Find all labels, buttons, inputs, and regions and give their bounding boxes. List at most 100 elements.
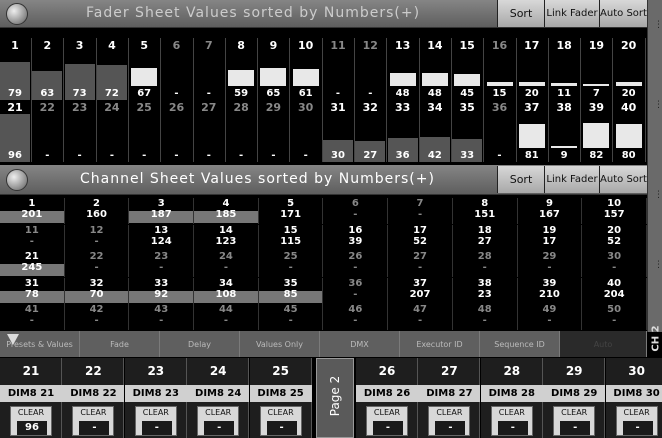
channel-cell[interactable]: 20 52 <box>582 224 647 251</box>
fader-cell[interactable]: 9 65 <box>258 38 291 100</box>
fader-cell[interactable]: 36 - <box>485 100 517 162</box>
channel-cell[interactable]: 16 39 <box>324 224 389 251</box>
fader-auto-sort-button[interactable]: Auto Sort <box>599 0 647 27</box>
channel-cell[interactable]: 46- <box>324 304 389 331</box>
fader-cell[interactable]: 15 45 <box>452 38 485 100</box>
channel-cell[interactable]: 10 157 <box>582 198 647 224</box>
channel-cell[interactable]: 42- <box>65 304 130 331</box>
channel-cell[interactable]: 34 108 <box>194 277 259 304</box>
executor[interactable]: 26 DIM8 26 CLEAR - <box>356 358 418 438</box>
clear-button[interactable]: CLEAR - <box>72 406 115 436</box>
channel-cell[interactable]: 30- <box>582 251 647 278</box>
fader-cell[interactable]: 4 72 <box>96 38 129 100</box>
channel-cell[interactable]: 9 167 <box>518 198 583 224</box>
channel-cell[interactable]: 24- <box>194 251 259 278</box>
channel-cell[interactable]: 47- <box>388 304 453 331</box>
clear-button[interactable]: CLEAR - <box>366 406 408 436</box>
fader-cell[interactable]: 7- <box>194 38 226 100</box>
channel-cell[interactable]: 49- <box>518 304 583 331</box>
channel-cell[interactable]: 48- <box>453 304 518 331</box>
executor[interactable]: 24 DIM8 24 CLEAR - <box>187 358 250 438</box>
channel-cell[interactable]: 19 17 <box>518 224 583 251</box>
fader-cell[interactable]: 8 59 <box>226 38 259 100</box>
channel-cell[interactable]: 37 207 <box>388 277 453 304</box>
channel-cell[interactable]: 22- <box>65 251 130 278</box>
fader-cell[interactable]: 39 82 <box>581 100 614 162</box>
channel-cell[interactable]: 35 85 <box>258 277 324 304</box>
fader-cell[interactable]: 2 63 <box>32 38 65 100</box>
fader-cell[interactable]: 40 80 <box>614 100 646 162</box>
tab-values-only[interactable]: Values Only <box>240 331 320 357</box>
channel-cell[interactable]: 1 201 <box>0 198 65 224</box>
fader-cell[interactable]: 23 - <box>65 100 97 162</box>
fader-cell[interactable]: 20 20 <box>614 38 646 100</box>
fader-cell[interactable]: 5 67 <box>129 38 162 100</box>
channel-cell[interactable]: 23- <box>129 251 195 278</box>
channel-cell[interactable]: 28- <box>453 251 518 278</box>
executor[interactable]: 29 DIM8 29 CLEAR - <box>543 358 606 438</box>
channel-cell[interactable]: 17 52 <box>388 224 453 251</box>
fader-cell[interactable]: 37 81 <box>517 100 549 162</box>
channel-cell[interactable]: 45- <box>259 304 324 331</box>
clear-button[interactable]: CLEAR - <box>553 406 596 436</box>
fader-cell[interactable]: 28 - <box>226 100 259 162</box>
channel-cell[interactable]: 40 204 <box>582 277 647 304</box>
fader-cell[interactable]: 11 - <box>323 38 355 100</box>
channel-cell[interactable]: 32 70 <box>64 277 130 304</box>
fader-cell[interactable]: 30 - <box>291 100 323 162</box>
tab-dmx[interactable]: DMX <box>320 331 400 357</box>
fader-cell[interactable]: 18 11 <box>549 38 582 100</box>
channel-cell[interactable]: 26- <box>324 251 389 278</box>
fader-cell[interactable]: 17 20 <box>517 38 549 100</box>
tabs-dropdown-icon[interactable] <box>7 334 19 345</box>
clear-button[interactable]: CLEAR - <box>197 406 240 436</box>
fader-cell[interactable]: 25 - <box>129 100 162 162</box>
channel-cell[interactable]: 4 185 <box>194 198 259 224</box>
channel-cell[interactable]: 11- <box>0 224 65 251</box>
fader-cell[interactable]: 22 - <box>32 100 65 162</box>
fader-sheet-menu-icon[interactable] <box>6 3 28 25</box>
tab-delay[interactable]: Delay <box>160 331 240 357</box>
executor[interactable]: 30 DIM8 30 CLEAR - <box>605 358 662 438</box>
channel-cell[interactable]: 2 160 <box>65 198 130 224</box>
tab-auto[interactable]: Auto <box>560 331 647 357</box>
fader-cell[interactable]: 10 61 <box>291 38 323 100</box>
executor[interactable]: 28 DIM8 28 CLEAR - <box>480 358 543 438</box>
channel-cell[interactable]: 36- <box>324 277 389 304</box>
channel-cell[interactable]: 13 124 <box>129 224 195 251</box>
clear-button[interactable]: CLEAR - <box>428 406 471 436</box>
executor[interactable]: 27 DIM8 27 CLEAR - <box>418 358 481 438</box>
channel-cell[interactable]: 43- <box>129 304 195 331</box>
clear-button[interactable]: CLEAR - <box>134 406 177 436</box>
executor[interactable]: 25 DIM8 25 CLEAR - <box>249 358 312 438</box>
channel-cell[interactable]: 44- <box>194 304 259 331</box>
channel-cell[interactable]: 15 115 <box>259 224 324 251</box>
fader-cell[interactable]: 21 96 <box>0 100 32 162</box>
page-tab[interactable]: Page 2 <box>316 358 354 438</box>
clear-button[interactable]: CLEAR 96 <box>10 406 52 436</box>
fader-cell[interactable]: 13 48 <box>388 38 420 100</box>
fader-cell[interactable]: 29 - <box>258 100 291 162</box>
executor[interactable]: 23 DIM8 23 CLEAR - <box>124 358 187 438</box>
fader-cell[interactable]: 16 15 <box>485 38 517 100</box>
clear-button[interactable]: CLEAR - <box>615 406 658 436</box>
fader-cell[interactable]: 12 - <box>355 38 388 100</box>
fader-cell[interactable]: 14 48 <box>420 38 452 100</box>
clear-button[interactable]: CLEAR - <box>259 406 302 436</box>
tab-sequence-id[interactable]: Sequence ID <box>480 331 560 357</box>
channel-cell[interactable]: 14 123 <box>194 224 259 251</box>
channel-cell[interactable]: 27- <box>388 251 453 278</box>
channel-cell[interactable]: 31 78 <box>0 277 65 304</box>
channel-cell[interactable]: 50- <box>582 304 647 331</box>
executor[interactable]: 22 DIM8 22 CLEAR - <box>62 358 125 438</box>
channel-cell[interactable]: 6- <box>324 198 389 224</box>
channel-cell[interactable]: 3 187 <box>129 198 195 224</box>
channel-cell[interactable]: 5 171 <box>259 198 324 224</box>
fader-cell[interactable]: 24 - <box>97 100 129 162</box>
channel-sheet-menu-icon[interactable] <box>6 169 28 191</box>
channel-sort-button[interactable]: Sort <box>497 166 544 193</box>
fader-cell[interactable]: 27 - <box>194 100 226 162</box>
channel-auto-sort-button[interactable]: Auto Sort <box>599 166 647 193</box>
channel-cell[interactable]: 7- <box>388 198 453 224</box>
tab-executor-id[interactable]: Executor ID <box>400 331 480 357</box>
